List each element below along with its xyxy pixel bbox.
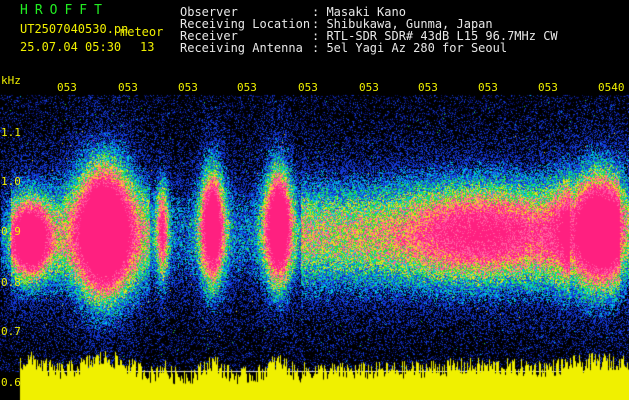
antenna-label: Receiving Antenna <box>180 41 303 55</box>
spectrogram-canvas <box>0 0 629 400</box>
x-tick-label: 053 <box>359 81 379 94</box>
y-tick-label: 1.0 <box>1 175 21 188</box>
filename: UT2507040530.pn <box>20 22 129 36</box>
x-tick-label: 053 <box>237 81 257 94</box>
y-axis-unit: kHz <box>1 74 21 87</box>
antenna-value: : 5el Yagi Az 280 for Seoul <box>312 41 508 55</box>
datetime: 25.07.04 05:30 <box>20 40 122 54</box>
x-tick-label: 053 <box>57 81 77 94</box>
y-tick-label: 0.7 <box>1 325 21 338</box>
x-tick-label: 053 <box>478 81 498 94</box>
y-tick-label: 1.1 <box>1 126 21 139</box>
program-title: HROFFT <box>20 3 109 18</box>
x-tick-label: 053 <box>118 81 138 94</box>
x-tick-label: 053 <box>178 81 198 94</box>
x-tick-label: 053 <box>538 81 558 94</box>
mode-label: meteor <box>120 25 164 39</box>
spectrogram-window: HROFFT UT2507040530.pn meteor 25.07.04 0… <box>0 0 629 400</box>
x-tick-label: 053 <box>298 81 318 94</box>
y-tick-label: 0.9 <box>1 225 21 238</box>
x-tick-label: 053 <box>418 81 438 94</box>
y-tick-label: 0.8 <box>1 276 21 289</box>
x-tick-label: 0540 <box>598 81 625 94</box>
y-tick-label: 0.6 <box>1 376 21 389</box>
detection-count: 13 <box>140 40 155 54</box>
